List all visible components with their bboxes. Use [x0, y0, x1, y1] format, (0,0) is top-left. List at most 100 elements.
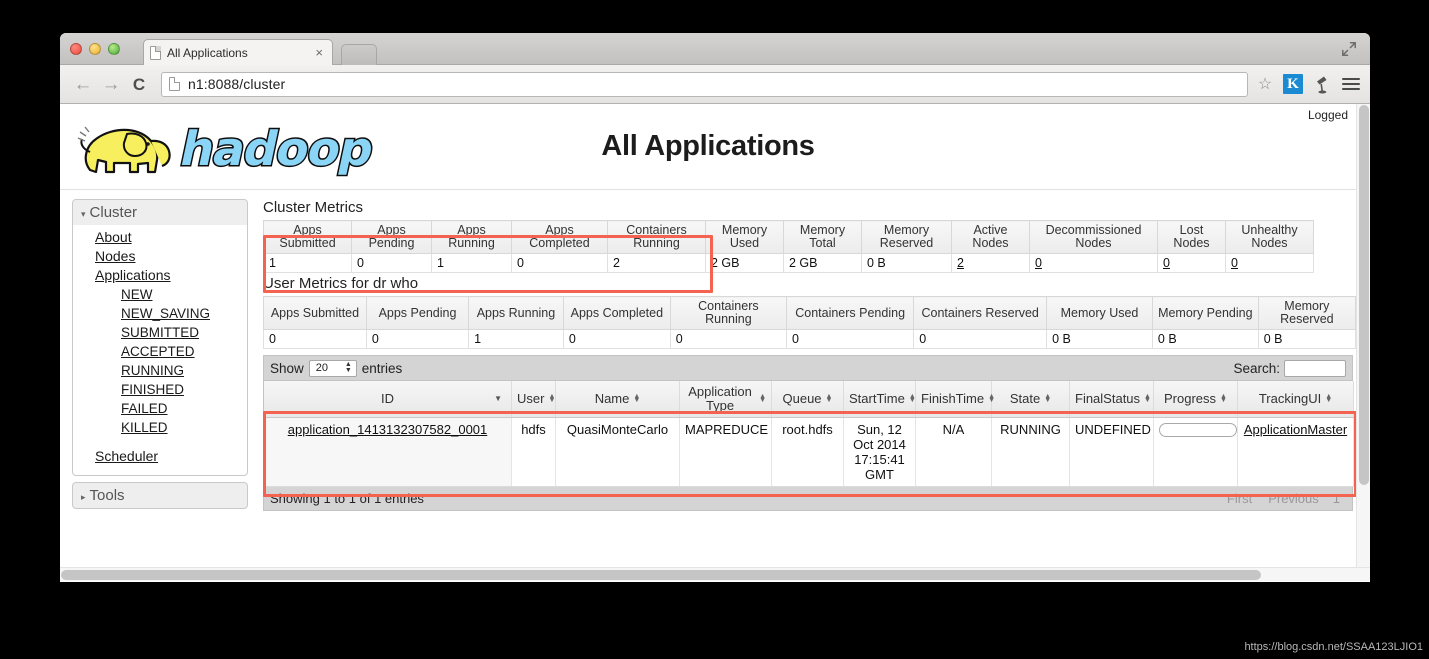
cluster-metrics-value-memory-reserved: 0 B	[862, 254, 952, 273]
cluster-metrics-value-active-nodes[interactable]: 2	[952, 254, 1030, 273]
maximize-window-button[interactable]	[108, 43, 120, 55]
search-label: Search:	[1233, 361, 1280, 376]
sidebar-item-submitted[interactable]: SUBMITTED	[73, 323, 247, 342]
column-header-label: FinalStatus	[1075, 392, 1140, 406]
column-header-label: Application Type	[685, 385, 755, 413]
cell-tracking-ui[interactable]: ApplicationMaster	[1238, 418, 1354, 487]
user-metrics-header-apps-submitted: Apps Submitted	[264, 297, 367, 330]
pager-first-button[interactable]: First	[1219, 491, 1260, 506]
user-metrics-header-memory-reserved: Memory Reserved	[1258, 297, 1355, 330]
cluster-metrics-header-active-nodes: Active Nodes	[952, 221, 1030, 254]
fullscreen-icon[interactable]	[1341, 41, 1357, 57]
cell-queue: root.hdfs	[772, 418, 844, 487]
close-tab-icon[interactable]: ×	[312, 46, 326, 59]
sidebar-item-killed[interactable]: KILLED	[73, 418, 247, 437]
extension-k-icon[interactable]: K	[1283, 74, 1303, 94]
vertical-scroll-thumb[interactable]	[1359, 105, 1369, 485]
cluster-metrics-value-unhealthy-nodes[interactable]: 0	[1226, 254, 1314, 273]
page-horizontal-scrollbar[interactable]	[60, 567, 1370, 581]
cluster-metrics-header-containers-running: Containers Running	[608, 221, 706, 254]
cluster-metrics-title: Cluster Metrics	[263, 199, 1356, 216]
column-header-id[interactable]: ID▼	[264, 381, 512, 418]
back-icon[interactable]: ←	[70, 71, 96, 97]
column-header-label: TrackingUI	[1259, 392, 1321, 406]
hamburger-menu-icon[interactable]	[1342, 78, 1360, 90]
column-header-progress[interactable]: Progress▲▼	[1154, 381, 1238, 418]
tracking-ui-link[interactable]: ApplicationMaster	[1244, 422, 1347, 437]
cluster-metrics-value-decommissioned-nodes[interactable]: 0	[1030, 254, 1158, 273]
caret-down-icon: ▾	[81, 209, 86, 219]
cluster-metrics-header-decommissioned-nodes: Decommissioned Nodes	[1030, 221, 1158, 254]
cell-id[interactable]: application_1413132307582_0001	[264, 418, 512, 487]
sidebar-item-accepted[interactable]: ACCEPTED	[73, 342, 247, 361]
user-metrics-value-containers-running: 0	[670, 330, 786, 349]
column-header-queue[interactable]: Queue▲▼	[772, 381, 844, 418]
cell-state: RUNNING	[992, 418, 1070, 487]
page-vertical-scrollbar[interactable]	[1356, 104, 1370, 567]
reload-icon[interactable]: C	[126, 71, 152, 97]
cluster-metrics-header-memory-total: Memory Total	[784, 221, 862, 254]
column-header-finishtime[interactable]: FinishTime▲▼	[916, 381, 992, 418]
cluster-metrics-header-lost-nodes: Lost Nodes	[1158, 221, 1226, 254]
watermark: https://blog.csdn.net/SSAA123LJIO1	[1244, 641, 1423, 653]
column-header-inner: StartTime▲▼	[849, 392, 916, 406]
column-header-finalstatus[interactable]: FinalStatus▲▼	[1070, 381, 1154, 418]
forward-icon[interactable]: →	[98, 71, 124, 97]
cluster-metrics-value-lost-nodes[interactable]: 0	[1158, 254, 1226, 273]
user-metrics-value-apps-running: 1	[469, 330, 564, 349]
column-header-application-type[interactable]: Application Type▲▼	[680, 381, 772, 418]
progress-bar	[1159, 423, 1237, 437]
browser-tab[interactable]: All Applications ×	[143, 39, 333, 65]
column-header-label: ID	[381, 392, 394, 406]
sidebar-cluster-header[interactable]: ▾Cluster	[73, 200, 247, 225]
sidebar: ▾Cluster About Nodes Applications NEW NE…	[72, 199, 248, 509]
application-id-link[interactable]: application_1413132307582_0001	[288, 422, 488, 437]
sidebar-item-running[interactable]: RUNNING	[73, 361, 247, 380]
sort-both-icon: ▲▼	[548, 395, 555, 403]
column-header-name[interactable]: Name▲▼	[556, 381, 680, 418]
cluster-metrics-header-row: Apps SubmittedApps PendingApps RunningAp…	[264, 221, 1314, 254]
user-metrics-header-apps-completed: Apps Completed	[563, 297, 670, 330]
sidebar-item-new[interactable]: NEW	[73, 285, 247, 304]
sidebar-item-about[interactable]: About	[73, 228, 247, 247]
pager-page-1-button[interactable]: 1	[1327, 491, 1346, 506]
new-tab-button[interactable]	[341, 44, 377, 65]
metric-link[interactable]: 0	[1163, 256, 1170, 270]
page-title: All Applications	[60, 130, 1356, 163]
bookmark-star-icon[interactable]: ☆	[1255, 74, 1275, 94]
pager-previous-button[interactable]: Previous	[1260, 491, 1327, 506]
datatable-controls: Show 20 ▲▼ entries Search:	[263, 355, 1353, 381]
metric-link[interactable]: 0	[1231, 256, 1238, 270]
sidebar-item-scheduler[interactable]: Scheduler	[73, 447, 247, 466]
cluster-metrics-header-memory-reserved: Memory Reserved	[862, 221, 952, 254]
metric-link[interactable]: 0	[1035, 256, 1042, 270]
sidebar-panel-cluster: ▾Cluster About Nodes Applications NEW NE…	[72, 199, 248, 476]
sidebar-panel-tools[interactable]: ▸Tools	[72, 482, 248, 509]
column-header-user[interactable]: User▲▼	[512, 381, 556, 418]
user-metrics-value-apps-pending: 0	[366, 330, 468, 349]
column-header-label: FinishTime	[921, 392, 984, 406]
column-header-state[interactable]: State▲▼	[992, 381, 1070, 418]
sidebar-item-finished[interactable]: FINISHED	[73, 380, 247, 399]
metric-link[interactable]: 2	[957, 256, 964, 270]
sidebar-item-new-saving[interactable]: NEW_SAVING	[73, 304, 247, 323]
column-header-trackingui[interactable]: TrackingUI▲▼	[1238, 381, 1354, 418]
lamp-icon[interactable]	[1313, 74, 1331, 94]
close-window-button[interactable]	[70, 43, 82, 55]
sidebar-item-applications[interactable]: Applications	[73, 266, 247, 285]
sidebar-item-nodes[interactable]: Nodes	[73, 247, 247, 266]
cluster-metrics-value-memory-used: 2 GB	[706, 254, 784, 273]
sidebar-item-failed[interactable]: FAILED	[73, 399, 247, 418]
cluster-metrics-value-row: 101022 GB2 GB0 B2000	[264, 254, 1314, 273]
cluster-metrics-header-apps-submitted: Apps Submitted	[264, 221, 352, 254]
address-bar[interactable]: n1:8088/cluster	[161, 72, 1248, 97]
column-header-starttime[interactable]: StartTime▲▼	[844, 381, 916, 418]
address-bar-url: n1:8088/cluster	[188, 76, 285, 92]
search-input[interactable]	[1284, 360, 1346, 377]
browser-tab-label: All Applications	[167, 46, 312, 60]
horizontal-scroll-thumb[interactable]	[61, 570, 1261, 580]
entries-length-select[interactable]: 20 ▲▼	[309, 360, 357, 377]
minimize-window-button[interactable]	[89, 43, 101, 55]
sort-both-icon: ▲▼	[1220, 395, 1227, 403]
user-metrics-header-row: Apps SubmittedApps PendingApps RunningAp…	[264, 297, 1356, 330]
